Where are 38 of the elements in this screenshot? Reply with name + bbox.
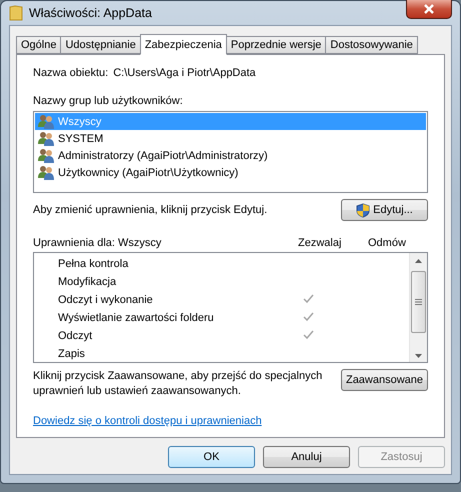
users-icon (37, 148, 55, 163)
edit-hint: Aby zmienić uprawnienia, kliknij przycisk Edytuj. (33, 204, 268, 216)
permission-name: Modyfikacja (58, 276, 118, 288)
users-icon (37, 165, 55, 180)
deny-header: Odmów (368, 237, 407, 249)
group-item[interactable]: Administratorzy (AgaiPiotr\Administratorzy) (35, 147, 426, 164)
tab[interactable]: Udostępnianie (60, 36, 141, 54)
tab[interactable]: Dostosowywanie (325, 36, 418, 54)
scrollbar[interactable] (409, 253, 427, 362)
users-icon (37, 131, 55, 146)
object-path: C:\Users\Aga i Piotr\AppData (113, 67, 256, 79)
window-title: Właściwości: AppData (29, 6, 153, 20)
tab[interactable]: Ogólne (16, 36, 62, 54)
advanced-hint: Kliknij przycisk Zaawansowane, aby przejść do specjalnych uprawnień lub ustawień zaawansowanych. (33, 369, 323, 399)
help-link[interactable]: Dowiedz się o kontroli dostępu i uprawnieniach (33, 415, 262, 427)
permission-name: Odczyt (58, 330, 94, 342)
close-button[interactable] (406, 0, 452, 19)
close-icon (423, 4, 435, 14)
object-name-label: Nazwa obiektu: (33, 67, 108, 79)
groups-label: Nazwy grup lub użytkowników: (33, 95, 184, 107)
users-icon (37, 114, 55, 129)
permissions-label: Uprawnienia dla: Wszyscy (33, 237, 162, 249)
grip-icon (415, 299, 422, 305)
permission-name: Odczyt i wykonanie (58, 294, 154, 306)
advanced-button[interactable]: Zaawansowane (341, 369, 428, 391)
group-item[interactable]: SYSTEM (35, 130, 426, 147)
permission-name: Pełna kontrola (58, 258, 130, 270)
dialog-button[interactable]: OK (168, 446, 255, 468)
tab[interactable]: Poprzednie wersje (226, 36, 326, 54)
permission-name: Zapis (58, 348, 86, 360)
allow-header: Zezwalaj (298, 237, 342, 249)
permission-name: Wyświetlanie zawartości folderu (58, 312, 215, 324)
folder-icon (9, 5, 23, 21)
tab[interactable]: Zabezpieczenia (140, 34, 227, 55)
shield-icon (356, 202, 370, 218)
group-item[interactable]: Użytkownicy (AgaiPiotr\Użytkownicy) (35, 164, 426, 181)
edit-button[interactable]: Edytuj... (341, 199, 428, 221)
dialog-button[interactable]: Anuluj (263, 446, 350, 468)
